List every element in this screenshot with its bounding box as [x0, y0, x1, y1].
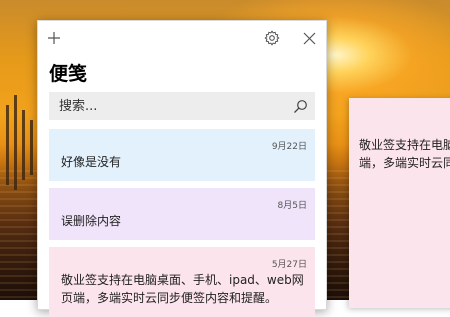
search-icon: [293, 99, 307, 113]
note-text: 好像是没有: [61, 155, 122, 169]
plus-icon: [48, 32, 60, 44]
note-card[interactable]: 8月5日 误删除内容: [49, 188, 315, 240]
settings-button[interactable]: [261, 27, 283, 49]
new-note-button[interactable]: [43, 27, 65, 49]
pier-post: [6, 105, 9, 185]
pier-post: [30, 120, 33, 175]
note-text: 误删除内容: [61, 214, 122, 228]
search-button[interactable]: [291, 97, 309, 115]
pier-post: [14, 95, 17, 190]
search-input[interactable]: [49, 92, 283, 120]
note-text: 敬业签支持在电脑桌面、手机、ipad、web网页端，多端实时云同步便签内容和提醒…: [61, 273, 304, 305]
close-icon: [303, 32, 315, 44]
side-note-text: 敬业签支持在电脑 端，多端实时云同: [359, 138, 450, 170]
side-note-window[interactable]: 敬业签支持在电脑 端，多端实时云同: [349, 98, 450, 308]
page-title: 便笺: [49, 63, 88, 85]
sticky-notes-list-window: 便笺 9月22日 好像是没有 8月5日 误删除内容 5月27日 敬业签支持在电脑…: [37, 20, 327, 317]
close-button[interactable]: [298, 27, 320, 49]
note-date: 8月5日: [277, 201, 307, 211]
note-date: 9月22日: [271, 142, 307, 152]
note-card[interactable]: 9月22日 好像是没有: [49, 129, 315, 181]
note-card[interactable]: 5月27日 敬业签支持在电脑桌面、手机、ipad、web网页端，多端实时云同步便…: [49, 247, 315, 317]
gear-icon: [264, 30, 280, 46]
window-toolbar: [38, 21, 326, 55]
pier-post: [22, 110, 25, 180]
search-box: [49, 92, 315, 120]
note-date: 5月27日: [271, 260, 307, 270]
